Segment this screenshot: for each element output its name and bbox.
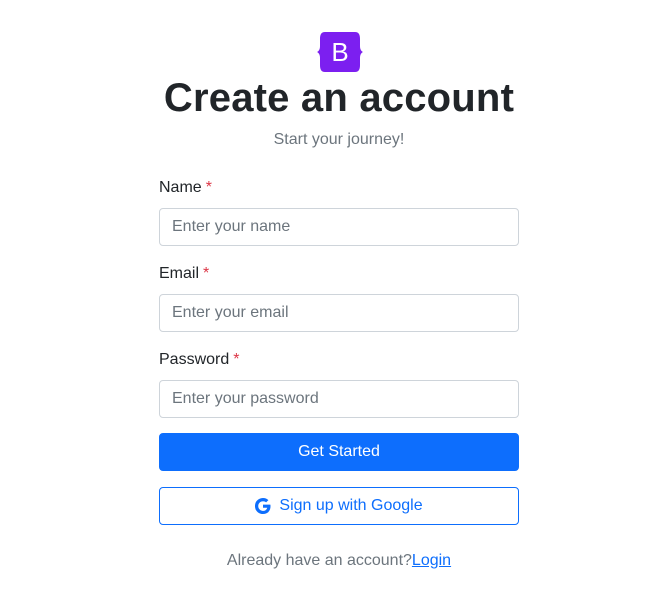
password-field-group: Password *: [159, 350, 519, 418]
required-mark: *: [233, 351, 240, 368]
google-signup-label: Sign up with Google: [279, 497, 423, 514]
logo-letter: B: [331, 37, 348, 67]
google-g-icon: [255, 498, 271, 514]
login-prompt: Already have an account?Login: [0, 551, 657, 571]
signup-page: B Create an account Start your journey! …: [0, 0, 657, 611]
page-subtitle: Start your journey!: [273, 131, 405, 148]
name-label: Name *: [159, 178, 519, 198]
password-label-text: Password: [159, 351, 230, 368]
email-label: Email *: [159, 264, 519, 284]
name-input[interactable]: [159, 208, 519, 246]
get-started-label: Get Started: [298, 443, 380, 460]
required-mark: *: [205, 179, 212, 196]
login-prompt-text: Already have an account?: [226, 552, 412, 569]
name-field-group: Name *: [159, 178, 519, 246]
bootstrap-logo-icon: B: [317, 32, 363, 72]
password-input[interactable]: [159, 380, 519, 418]
password-label: Password *: [159, 350, 519, 370]
name-label-text: Name: [159, 179, 202, 196]
email-input[interactable]: [159, 294, 519, 332]
login-link[interactable]: Login: [412, 552, 451, 569]
email-label-text: Email: [159, 265, 200, 282]
google-signup-button[interactable]: Sign up with Google: [159, 487, 519, 525]
required-mark: *: [203, 265, 210, 282]
get-started-button[interactable]: Get Started: [159, 433, 519, 471]
page-title: Create an account: [163, 76, 515, 120]
email-field-group: Email *: [159, 264, 519, 332]
